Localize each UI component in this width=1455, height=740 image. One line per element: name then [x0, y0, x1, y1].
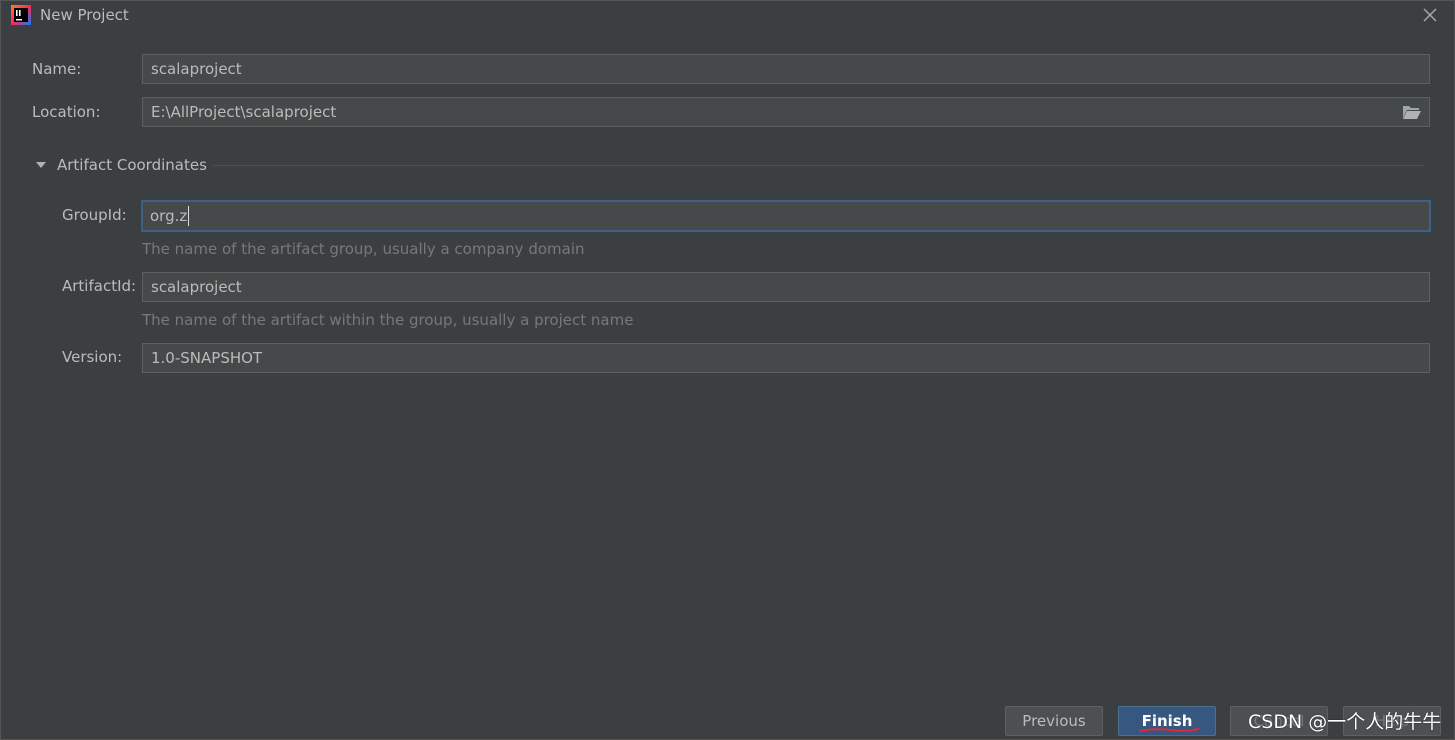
previous-button[interactable]: Previous — [1005, 706, 1103, 736]
artifactid-hint: The name of the artifact within the grou… — [142, 311, 634, 329]
triangle-down-icon — [36, 162, 46, 168]
groupid-label: GroupId: — [62, 206, 127, 224]
artifact-coordinates-title: Artifact Coordinates — [57, 156, 207, 174]
csdn-watermark: CSDN @一个人的牛牛 — [1248, 711, 1442, 733]
artifactid-label: ArtifactId: — [62, 277, 137, 295]
intellij-idea-icon — [11, 5, 31, 25]
new-project-dialog: New Project Name: Location: Artifact Coo… — [0, 0, 1455, 740]
section-divider — [213, 165, 1425, 166]
red-annotation-underline — [1138, 728, 1200, 732]
artifact-coordinates-toggle[interactable]: Artifact Coordinates — [35, 155, 207, 175]
name-input[interactable] — [142, 54, 1430, 84]
location-label: Location: — [32, 103, 101, 121]
version-label: Version: — [62, 348, 123, 366]
title-bar: New Project — [1, 1, 1454, 31]
artifactid-input[interactable] — [142, 272, 1430, 302]
text-caret — [188, 206, 189, 226]
name-label: Name: — [32, 60, 82, 78]
groupid-input[interactable] — [141, 200, 1431, 232]
close-icon[interactable] — [1422, 7, 1438, 23]
folder-open-icon[interactable] — [1402, 104, 1422, 120]
version-input[interactable] — [142, 343, 1430, 373]
location-input[interactable] — [142, 97, 1430, 127]
groupid-hint: The name of the artifact group, usually … — [142, 240, 585, 258]
dialog-title: New Project — [40, 6, 129, 24]
